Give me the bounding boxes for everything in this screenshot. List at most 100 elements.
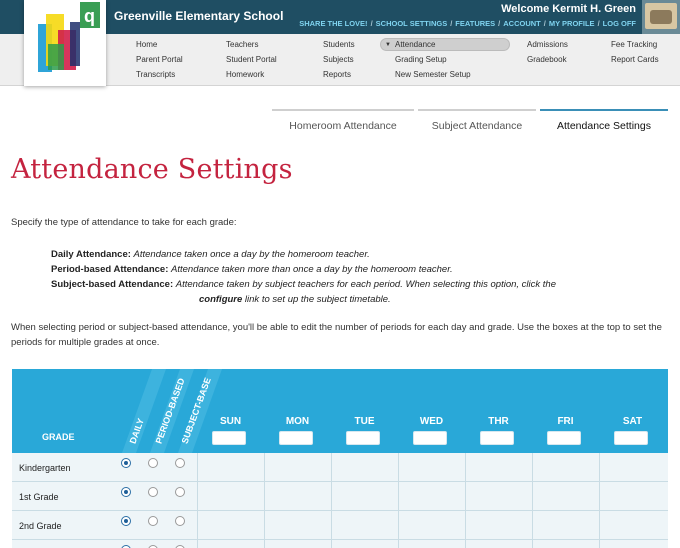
- nav-student-portal[interactable]: Student Portal: [226, 55, 277, 64]
- day-period-cell: [532, 482, 599, 511]
- fri-periods-input[interactable]: [547, 431, 581, 445]
- day-label: WED: [419, 416, 444, 427]
- account-link[interactable]: ACCOUNT: [503, 19, 541, 28]
- subject-attendance-radio[interactable]: [175, 487, 185, 497]
- sat-periods-input[interactable]: [614, 431, 648, 445]
- subject-definition: Subject-based Attendance: Attendance tak…: [51, 277, 556, 292]
- day-period-cell: [599, 540, 666, 548]
- features-link[interactable]: FEATURES: [455, 19, 495, 28]
- nav-students[interactable]: Students: [323, 40, 355, 49]
- day-period-cell: [599, 453, 666, 482]
- nav-grading-setup[interactable]: Grading Setup: [395, 55, 447, 64]
- day-column-thr: THR: [465, 369, 532, 453]
- share-link[interactable]: SHARE THE LOVE!: [299, 19, 367, 28]
- day-label: MON: [285, 416, 310, 427]
- avatar-figure: [650, 10, 672, 24]
- day-period-cell: [264, 482, 331, 511]
- day-period-cell: [532, 511, 599, 540]
- day-period-cell: [398, 482, 465, 511]
- nav-homework[interactable]: Homework: [226, 70, 264, 79]
- day-period-cell: [331, 482, 398, 511]
- nav-attendance[interactable]: ▼ Attendance: [380, 38, 510, 51]
- daily-definition: Daily Attendance: Attendance taken once …: [51, 247, 556, 262]
- period-term: Period-based Attendance:: [51, 264, 169, 275]
- nav-reports[interactable]: Reports: [323, 70, 351, 79]
- school-settings-link[interactable]: SCHOOL SETTINGS: [376, 19, 448, 28]
- subject-attendance-radio[interactable]: [175, 458, 185, 468]
- day-period-cell: [398, 453, 465, 482]
- day-period-cell: [532, 540, 599, 548]
- nav-admissions[interactable]: Admissions: [527, 40, 568, 49]
- school-logo[interactable]: q: [24, 0, 106, 86]
- separator: /: [498, 19, 501, 28]
- my-profile-link[interactable]: MY PROFILE: [549, 19, 595, 28]
- day-period-cell: [197, 511, 264, 540]
- day-period-cell: [465, 511, 532, 540]
- daily-attendance-radio[interactable]: [121, 487, 131, 497]
- nav-attendance-label: Attendance: [395, 40, 436, 49]
- nav-report-cards[interactable]: Report Cards: [611, 55, 659, 64]
- log-off-link[interactable]: LOG OFF: [603, 19, 636, 28]
- chevron-down-icon: ▼: [385, 42, 391, 48]
- subject-term: Subject-based Attendance:: [51, 279, 174, 290]
- daily-attendance-radio[interactable]: [121, 516, 131, 526]
- day-column-sun: SUN: [197, 369, 264, 453]
- day-period-cell: [331, 540, 398, 548]
- table-row: [12, 540, 668, 548]
- tue-periods-input[interactable]: [346, 431, 380, 445]
- separator: /: [597, 19, 600, 28]
- page-title: Attendance Settings: [11, 154, 293, 185]
- nav-parent-portal[interactable]: Parent Portal: [136, 55, 183, 64]
- school-name[interactable]: Greenville Elementary School: [114, 9, 283, 23]
- period-attendance-radio[interactable]: [148, 487, 158, 497]
- separator: /: [450, 19, 453, 28]
- sun-periods-input[interactable]: [212, 431, 246, 445]
- nav-subjects[interactable]: Subjects: [323, 55, 354, 64]
- tab-homeroom-attendance[interactable]: Homeroom Attendance: [272, 109, 414, 139]
- tab-subject-attendance[interactable]: Subject Attendance: [418, 109, 536, 139]
- day-label: SUN: [219, 416, 242, 427]
- day-label: THR: [488, 416, 509, 427]
- day-period-cell: [197, 453, 264, 482]
- day-label: TUE: [354, 416, 375, 427]
- intro-text: Specify the type of attendance to take f…: [11, 217, 237, 228]
- day-label: FRI: [557, 416, 574, 427]
- day-period-cell: [465, 540, 532, 548]
- grade-label: 2nd Grade: [19, 521, 62, 531]
- wed-periods-input[interactable]: [413, 431, 447, 445]
- nav-teachers[interactable]: Teachers: [226, 40, 258, 49]
- tab-attendance-settings[interactable]: Attendance Settings: [540, 109, 668, 139]
- day-period-cell: [532, 453, 599, 482]
- subject-attendance-radio[interactable]: [175, 516, 185, 526]
- grade-label: 1st Grade: [19, 492, 59, 502]
- period-attendance-radio[interactable]: [148, 516, 158, 526]
- day-period-cell: [398, 540, 465, 548]
- day-column-fri: FRI: [532, 369, 599, 453]
- period-attendance-radio[interactable]: [148, 458, 158, 468]
- nav-transcripts[interactable]: Transcripts: [136, 70, 175, 79]
- nav-gradebook[interactable]: Gradebook: [527, 55, 567, 64]
- day-label: SAT: [622, 416, 643, 427]
- period-desc: Attendance taken more than once a day by…: [171, 264, 453, 275]
- period-definition: Period-based Attendance: Attendance take…: [51, 262, 556, 277]
- periods-note: When selecting period or subject-based a…: [11, 322, 662, 348]
- nav-home[interactable]: Home: [136, 40, 157, 49]
- table-row: 2nd Grade: [12, 511, 668, 540]
- day-period-cell: [331, 453, 398, 482]
- table-row: 1st Grade: [12, 482, 668, 511]
- day-period-cell: [599, 482, 666, 511]
- mon-periods-input[interactable]: [279, 431, 313, 445]
- configure-link[interactable]: configure: [199, 294, 242, 305]
- table-header: GRADE DAILY PERIOD-BASED SUBJECT-BASE SU…: [12, 369, 668, 453]
- nav-fee-tracking[interactable]: Fee Tracking: [611, 40, 657, 49]
- attendance-settings-table: GRADE DAILY PERIOD-BASED SUBJECT-BASE SU…: [12, 369, 668, 548]
- avatar[interactable]: [642, 0, 680, 34]
- nav-new-semester-setup[interactable]: New Semester Setup: [395, 70, 471, 79]
- daily-attendance-radio[interactable]: [121, 458, 131, 468]
- day-column-tue: TUE: [331, 369, 398, 453]
- grade-column-header: GRADE: [42, 432, 75, 442]
- subject-definition-cont: configure link to set up the subject tim…: [51, 292, 556, 307]
- top-links: SHARE THE LOVE! / SCHOOL SETTINGS / FEATUR…: [299, 19, 636, 28]
- thr-periods-input[interactable]: [480, 431, 514, 445]
- day-column-wed: WED: [398, 369, 465, 453]
